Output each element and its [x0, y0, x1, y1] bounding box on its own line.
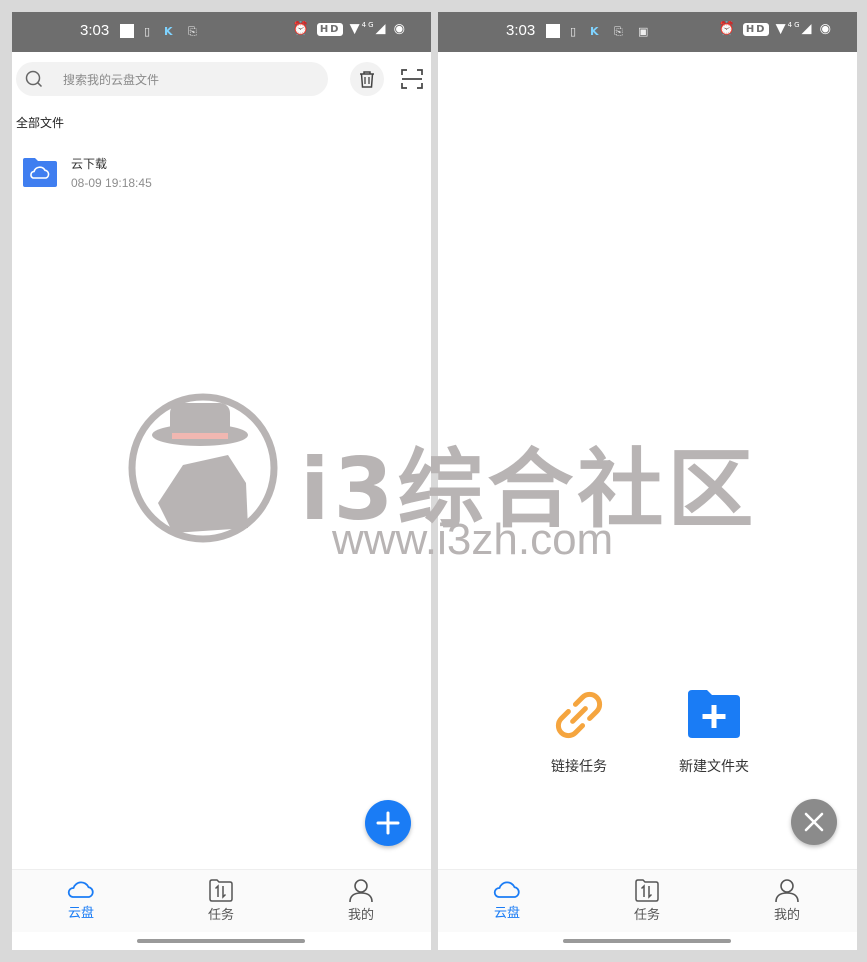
hd-badge: HD: [742, 23, 770, 37]
app-icon: K: [590, 25, 599, 38]
add-fab-button[interactable]: [365, 800, 411, 846]
person-icon: [775, 879, 799, 902]
clipboard-icon: ⎘: [614, 25, 623, 38]
tab-me[interactable]: 我的: [321, 878, 401, 923]
file-name: 云下载: [71, 157, 108, 171]
home-indicator[interactable]: [137, 939, 305, 943]
trash-icon: [360, 71, 374, 88]
phone-screen-right: 3:03 ▯ K ⎘ ▣ ⏰ HD ▼4G◢ ◉ 链接任务 新建文件夹 云盘 任…: [438, 12, 857, 950]
search-placeholder: 搜索我的云盘文件: [63, 73, 160, 87]
tab-label: 我的: [773, 908, 800, 923]
tab-cloud-drive[interactable]: 云盘: [467, 878, 547, 921]
status-right-icons: ⏰ HD ▼4G◢ ◉: [718, 21, 833, 37]
notification-icon: [546, 24, 560, 38]
close-menu-button[interactable]: [791, 799, 837, 845]
phone-screen-left: 3:03 ▯ K ⎘ ⏰ HD ▼4G◢ ◉ 搜索我的云盘文件 全部文件 云下载…: [12, 12, 431, 950]
new-folder-label: 新建文件夹: [679, 759, 749, 775]
clipboard-icon: ⎘: [188, 25, 197, 38]
image-icon: ▣: [638, 25, 649, 38]
new-folder-icon: [688, 690, 740, 738]
search-bar[interactable]: 搜索我的云盘文件: [16, 62, 328, 96]
scan-icon: [401, 69, 423, 89]
tab-label: 任务: [207, 908, 234, 923]
new-folder-button[interactable]: 新建文件夹: [659, 684, 769, 776]
file-modified-time: 08-09 19:18:45: [71, 176, 152, 190]
notification-icon: [120, 24, 134, 38]
close-icon: [804, 812, 824, 832]
bottom-tab-bar: 云盘 任务 我的: [12, 869, 431, 932]
plus-icon: [376, 811, 400, 835]
battery-saver-icon: ▯: [144, 25, 151, 38]
trash-button[interactable]: [350, 62, 384, 96]
cloud-icon: [67, 881, 94, 898]
status-right-icons: ⏰ HD ▼4G◢ ◉: [292, 21, 407, 37]
tab-label: 我的: [347, 908, 374, 923]
network-label: 4G: [361, 21, 376, 29]
tab-cloud-drive[interactable]: 云盘: [41, 878, 121, 921]
breadcrumb[interactable]: 全部文件: [16, 114, 64, 131]
battery-saver-icon: ▯: [570, 25, 577, 38]
tab-me[interactable]: 我的: [747, 878, 827, 923]
tab-label: 云盘: [493, 906, 520, 921]
tab-label: 云盘: [67, 906, 94, 921]
home-indicator[interactable]: [563, 939, 731, 943]
transfer-icon: [635, 879, 659, 902]
transfer-icon: [209, 879, 233, 902]
cloud-icon: [493, 881, 520, 898]
status-time: 3:03: [506, 22, 536, 39]
scan-button[interactable]: [397, 64, 427, 94]
tab-label: 任务: [633, 908, 660, 923]
tab-tasks[interactable]: 任务: [181, 878, 261, 923]
network-label: 4G: [787, 21, 802, 29]
status-bar: 3:03 ▯ K ⎘ ⏰ HD ▼4G◢ ◉: [12, 12, 431, 52]
file-row[interactable]: 云下载 08-09 19:18:45: [22, 153, 412, 203]
status-bar: 3:03 ▯ K ⎘ ▣ ⏰ HD ▼4G◢ ◉: [438, 12, 857, 52]
person-icon: [349, 879, 373, 902]
bottom-tab-bar: 云盘 任务 我的: [438, 869, 857, 932]
tab-tasks[interactable]: 任务: [607, 878, 687, 923]
app-icon: K: [164, 25, 173, 38]
link-icon: [555, 691, 603, 739]
hd-badge: HD: [316, 23, 344, 37]
search-icon: [25, 70, 43, 88]
link-task-button[interactable]: 链接任务: [524, 684, 634, 776]
link-task-label: 链接任务: [551, 759, 607, 775]
status-time: 3:03: [80, 22, 110, 39]
cloud-folder-icon: [23, 158, 57, 187]
